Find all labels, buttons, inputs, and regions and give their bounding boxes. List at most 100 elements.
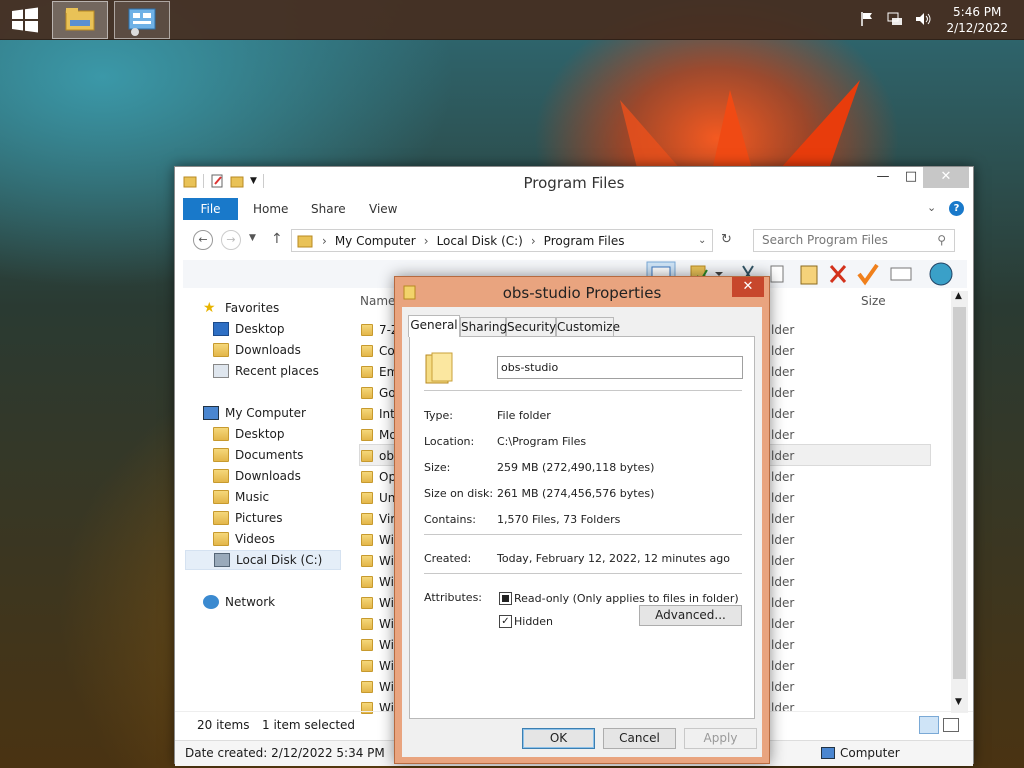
recent-locations-icon[interactable]: ▼ (249, 233, 256, 243)
search-placeholder: Search Program Files (762, 233, 888, 247)
tab-sharing[interactable]: Sharing (460, 317, 507, 337)
file-row[interactable]: Wi (361, 677, 394, 697)
apply-button[interactable]: Apply (684, 728, 757, 749)
file-row[interactable]: Wi (361, 530, 394, 550)
file-row[interactable]: Wi (361, 551, 394, 571)
nav-fav-desktop[interactable]: Desktop (213, 319, 285, 339)
file-row[interactable]: Un (361, 488, 395, 508)
windows-start-icon[interactable] (8, 6, 42, 34)
tab-security[interactable]: Security (506, 317, 556, 337)
nav-my-computer[interactable]: My Computer (203, 403, 306, 423)
folder-name-input[interactable]: obs-studio (497, 356, 743, 379)
column-name[interactable]: Name (360, 294, 395, 308)
minimize-icon[interactable]: — (869, 167, 897, 188)
file-name: Vir (379, 512, 396, 526)
file-row[interactable]: Op (361, 467, 396, 487)
folder-icon (361, 639, 373, 651)
nav-pc-documents[interactable]: Documents (213, 445, 303, 465)
nav-fav-downloads[interactable]: Downloads (213, 340, 301, 360)
breadcrumb-local-disk[interactable]: Local Disk (C:) (437, 234, 523, 248)
refresh-icon[interactable]: ↻ (721, 232, 732, 247)
taskbar-control-panel-button[interactable] (114, 1, 170, 39)
ok-button[interactable]: OK (522, 728, 595, 749)
explorer-title-bar[interactable]: ▼ Program Files — □ ✕ (175, 167, 973, 197)
folder-icon (361, 597, 373, 609)
nav-pc-videos[interactable]: Videos (213, 529, 275, 549)
volume-icon[interactable] (914, 10, 932, 28)
file-row[interactable]: Vir (361, 509, 395, 529)
file-row[interactable]: Wi (361, 572, 394, 592)
file-name: Co (379, 344, 395, 358)
file-type: lder (771, 323, 795, 337)
wallpaper-flower (620, 80, 860, 180)
file-row[interactable]: Int (361, 404, 395, 424)
advanced-button[interactable]: Advanced... (639, 605, 742, 626)
up-icon[interactable]: ↑ (271, 231, 283, 247)
file-row[interactable]: Wi (361, 593, 394, 613)
breadcrumb-my-computer[interactable]: My Computer (335, 234, 416, 248)
contains-label: Contains: (424, 513, 476, 526)
vertical-scrollbar[interactable]: ▲ ▼ (951, 291, 968, 713)
nav-local-disk[interactable]: Local Disk (C:) (185, 550, 341, 570)
taskbar-explorer-button[interactable] (52, 1, 108, 39)
file-row[interactable]: Wi (361, 635, 394, 655)
hidden-label: Hidden (514, 615, 554, 628)
nav-pc-downloads[interactable]: Downloads (213, 466, 301, 486)
ribbon-tabs: File Home Share View ⌄ ? (183, 198, 967, 220)
breadcrumb-program-files[interactable]: Program Files (544, 234, 625, 248)
scroll-down-icon[interactable]: ▼ (955, 697, 962, 707)
forward-button[interactable]: → (221, 230, 241, 250)
search-input[interactable]: Search Program Files ⚲ (753, 229, 955, 252)
file-type: lder (771, 680, 795, 694)
address-bar[interactable]: › My Computer › Local Disk (C:) › Progra… (291, 229, 713, 252)
downloads-icon (213, 469, 229, 483)
nav-favorites[interactable]: ★ Favorites (203, 298, 279, 318)
network-icon[interactable] (886, 10, 904, 28)
cancel-button[interactable]: Cancel (603, 728, 676, 749)
nav-pc-desktop[interactable]: Desktop (213, 424, 285, 444)
tab-home[interactable]: Home (253, 198, 288, 220)
large-icons-view-icon[interactable] (943, 718, 959, 732)
nav-fav-recent-places[interactable]: Recent places (213, 361, 319, 381)
file-row[interactable]: Em (361, 362, 398, 382)
close-icon[interactable]: ✕ (923, 167, 969, 188)
music-icon (213, 490, 229, 504)
tab-view[interactable]: View (369, 198, 397, 220)
tab-customize[interactable]: Customize (556, 317, 620, 337)
tab-share[interactable]: Share (311, 198, 346, 220)
tab-general[interactable]: General (408, 315, 460, 337)
scroll-thumb[interactable] (953, 307, 966, 679)
address-dropdown-icon[interactable]: ⌄ (698, 235, 706, 246)
tab-file[interactable]: File (183, 198, 238, 220)
dialog-body: General Sharing Security Customize obs-s… (402, 307, 762, 757)
hidden-checkbox[interactable]: ✓ (499, 615, 512, 628)
column-size[interactable]: Size (861, 294, 886, 308)
status-computer: Computer (840, 746, 900, 760)
details-view-icon[interactable] (919, 716, 939, 734)
properties-dialog: obs-studio Properties ✕ General Sharing … (394, 276, 770, 764)
scroll-up-icon[interactable]: ▲ (955, 291, 962, 301)
help-icon[interactable]: ? (949, 201, 964, 216)
back-button[interactable]: ← (193, 230, 213, 250)
file-type: lder (771, 365, 795, 379)
file-row[interactable]: Mo (361, 425, 397, 445)
readonly-checkbox[interactable] (499, 592, 512, 605)
clock[interactable]: 5:46 PM 2/12/2022 (946, 4, 1008, 36)
dialog-title: obs-studio Properties (502, 284, 662, 302)
folder-icon (361, 387, 373, 399)
file-row[interactable]: Go (361, 383, 396, 403)
folder-icon (361, 534, 373, 546)
nav-network[interactable]: Network (203, 592, 275, 612)
flag-icon[interactable] (858, 10, 876, 28)
file-type: lder (771, 575, 795, 589)
file-row[interactable]: Wi (361, 614, 394, 634)
expand-ribbon-icon[interactable]: ⌄ (927, 201, 936, 214)
maximize-icon[interactable]: □ (897, 167, 925, 188)
file-type: lder (771, 491, 795, 505)
nav-pc-pictures[interactable]: Pictures (213, 508, 283, 528)
file-row[interactable]: Co (361, 341, 395, 361)
file-row[interactable]: Wi (361, 656, 394, 676)
dialog-title-bar[interactable]: obs-studio Properties ✕ (395, 277, 769, 307)
dialog-close-icon[interactable]: ✕ (732, 277, 764, 297)
nav-pc-music[interactable]: Music (213, 487, 269, 507)
